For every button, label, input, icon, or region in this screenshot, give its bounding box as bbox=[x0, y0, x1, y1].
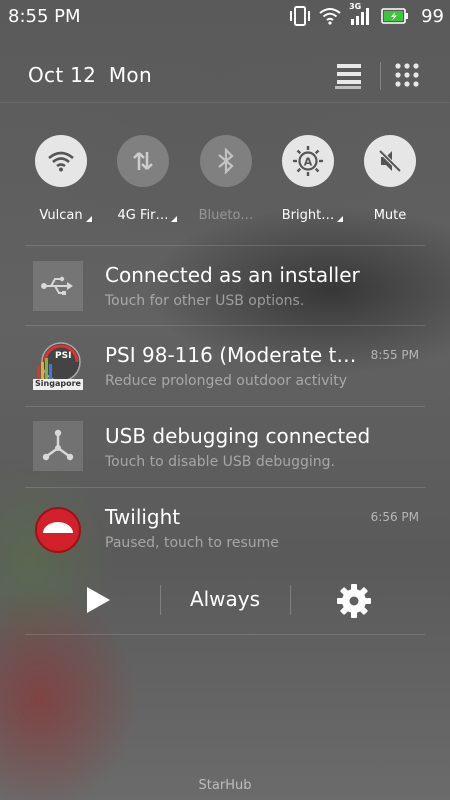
action-divider bbox=[290, 585, 291, 615]
signal-icon bbox=[351, 8, 370, 25]
carrier-label: StarHub bbox=[198, 778, 252, 793]
settings-gear-icon[interactable] bbox=[336, 583, 372, 619]
wifi-icon bbox=[48, 151, 74, 172]
toggle-brightness[interactable]: A Bright… bbox=[268, 135, 348, 223]
toggle-mobile-data-button[interactable] bbox=[117, 135, 169, 187]
toggle-mobile-data-label: 4G Fir… bbox=[118, 208, 178, 223]
date-display: Oct 12 Mon bbox=[28, 63, 152, 87]
status-icons: 3G 99 bbox=[289, 2, 444, 28]
always-button[interactable]: Always bbox=[160, 587, 290, 611]
toggle-bluetooth-button[interactable] bbox=[200, 135, 252, 187]
toggle-mobile-data[interactable]: 4G Fir… bbox=[103, 135, 183, 223]
notification-psi[interactable]: PSI Singapore PSI 98-116 (Moderate t… 8:… bbox=[0, 327, 450, 405]
toggle-bluetooth-label: Blueto… bbox=[198, 208, 254, 223]
toggle-wifi-label: Vulcan bbox=[39, 208, 92, 223]
status-time: 8:55 PM bbox=[8, 6, 81, 27]
psi-singapore-app-icon: PSI Singapore bbox=[33, 340, 83, 390]
psi-icon-label: PSI bbox=[55, 351, 72, 361]
notification-time: 6:56 PM bbox=[370, 510, 419, 524]
toggle-mute-button[interactable] bbox=[364, 135, 416, 187]
svg-text:A: A bbox=[304, 156, 313, 169]
wifi-icon bbox=[319, 8, 341, 25]
usb-debug-icon bbox=[33, 421, 83, 471]
toggle-mute-label: Mute bbox=[373, 208, 407, 223]
notification-subtitle: Paused, touch to resume bbox=[105, 535, 279, 551]
notification-subtitle: Touch for other USB options. bbox=[105, 293, 305, 309]
list-icon[interactable] bbox=[334, 62, 364, 90]
divider bbox=[25, 487, 425, 488]
toggle-bluetooth[interactable]: Blueto… bbox=[186, 135, 266, 223]
date-text: Oct 12 bbox=[28, 63, 97, 87]
vibrate-icon bbox=[290, 6, 311, 26]
bluetooth-icon bbox=[218, 147, 234, 175]
notification-usb-debugging[interactable]: USB debugging connected Touch to disable… bbox=[0, 408, 450, 486]
play-icon[interactable] bbox=[84, 585, 112, 615]
signal-indicator: 3G bbox=[349, 2, 373, 27]
header-separator bbox=[0, 102, 450, 103]
toggle-mute[interactable]: Mute bbox=[350, 135, 430, 223]
grid-icon[interactable] bbox=[394, 62, 420, 88]
notification-subtitle: Touch to disable USB debugging. bbox=[105, 454, 335, 470]
battery-icon bbox=[381, 8, 409, 24]
notification-time: 8:55 PM bbox=[370, 348, 419, 362]
notification-title: USB debugging connected bbox=[105, 424, 371, 448]
notification-title: Twilight bbox=[105, 505, 181, 529]
divider bbox=[25, 245, 425, 246]
data-arrows-icon bbox=[133, 152, 153, 170]
battery-percent: 99 bbox=[421, 5, 444, 27]
notification-title: PSI 98-116 (Moderate t… bbox=[105, 343, 357, 367]
status-bar: 8:55 PM 3G 99 bbox=[0, 0, 450, 34]
usb-icon bbox=[33, 261, 83, 311]
psi-icon-caption: Singapore bbox=[35, 379, 81, 388]
notification-title: Connected as an installer bbox=[105, 263, 360, 287]
twilight-actions: Always bbox=[0, 575, 450, 625]
toggle-wifi[interactable]: Vulcan bbox=[21, 135, 101, 223]
divider bbox=[25, 634, 425, 635]
divider bbox=[25, 325, 425, 326]
toggle-brightness-button[interactable]: A bbox=[282, 135, 334, 187]
toggle-brightness-label: Bright… bbox=[282, 208, 344, 223]
header-divider bbox=[380, 62, 381, 90]
twilight-app-icon bbox=[33, 505, 83, 555]
divider bbox=[25, 406, 425, 407]
brightness-auto-icon: A bbox=[293, 146, 323, 176]
toggle-wifi-button[interactable] bbox=[35, 135, 87, 187]
notification-usb-connected[interactable]: Connected as an installer Touch for othe… bbox=[0, 247, 450, 325]
mute-icon bbox=[378, 149, 402, 173]
notification-subtitle: Reduce prolonged outdoor activity bbox=[105, 373, 348, 389]
day-text: Mon bbox=[108, 63, 152, 87]
